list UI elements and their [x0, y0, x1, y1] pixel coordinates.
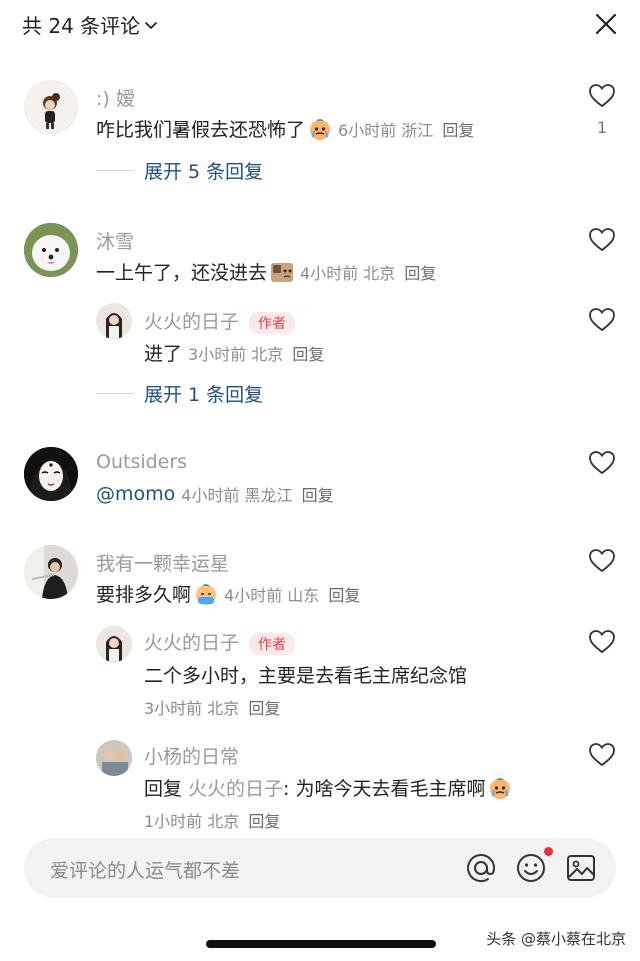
reply-button[interactable]: 回复	[442, 121, 474, 140]
reply-button[interactable]: 回复	[302, 486, 334, 505]
commenter-name-row: 火火的日子 作者	[144, 307, 296, 334]
reply-prefix: 回复	[144, 778, 183, 800]
reply-location: 北京	[207, 699, 240, 718]
avatar-image	[43, 93, 60, 129]
home-indicator[interactable]	[206, 940, 436, 948]
reply-location: 北京	[251, 344, 284, 364]
avatar[interactable]	[24, 545, 78, 599]
commenter-name[interactable]: :) 嫒	[96, 84, 135, 111]
like-count: 1	[596, 118, 608, 137]
heart-icon[interactable]	[588, 449, 616, 477]
commenter-name[interactable]: 我有一颗幸运星	[96, 549, 229, 576]
heart-icon[interactable]	[588, 306, 616, 334]
crying-emoji-icon	[490, 777, 511, 799]
comment-text: 要排多久啊	[96, 584, 192, 606]
smiley-icon[interactable]	[514, 851, 548, 885]
heart-icon[interactable]	[588, 628, 616, 656]
image-icon[interactable]	[564, 851, 598, 885]
comment-text: 咋比我们暑假去还恐怖了	[96, 119, 306, 141]
reply-button[interactable]: 回复	[404, 264, 436, 283]
expand-replies-button[interactable]: 展开 5 条回复	[96, 157, 263, 184]
heart-icon[interactable]	[588, 547, 616, 575]
sighing-emoji-icon	[271, 262, 294, 282]
avatar[interactable]	[96, 626, 132, 662]
commenter-name[interactable]: 沐雪	[96, 227, 134, 254]
expand-replies-button[interactable]: 展开 1 条回复	[96, 380, 263, 407]
sweating-emoji-icon	[196, 583, 217, 605]
reply-text-row: 回复 火火的日子 : 为啥今天去看毛主席啊	[144, 774, 512, 801]
avatar[interactable]	[24, 447, 78, 501]
comment-location: 北京	[363, 263, 396, 283]
avatar-image	[24, 545, 78, 599]
heart-icon[interactable]	[588, 82, 616, 110]
avatar[interactable]	[24, 80, 78, 134]
commenter-name[interactable]: Outsiders	[96, 451, 187, 473]
comment-text-row: 要排多久啊 4小时前 山东 回复	[96, 580, 360, 607]
notification-dot	[544, 847, 553, 856]
commenter-name[interactable]: 火火的日子	[144, 632, 239, 654]
commenter-name[interactable]: 火火的日子	[144, 311, 239, 333]
avatar[interactable]	[96, 303, 132, 339]
avatar-image	[24, 223, 78, 277]
avatar[interactable]	[96, 740, 132, 776]
avatar-image	[96, 740, 132, 776]
divider	[96, 393, 134, 394]
reply-text: : 为啥今天去看毛主席啊	[283, 778, 486, 800]
comment-time: 6小时前	[338, 120, 397, 140]
reply-button[interactable]: 回复	[248, 699, 280, 718]
close-icon[interactable]	[594, 12, 618, 36]
commenter-name[interactable]: 小杨的日常	[144, 742, 239, 769]
reply-location: 北京	[207, 812, 240, 831]
comment-time: 4小时前	[181, 486, 240, 505]
avatar[interactable]	[24, 223, 78, 277]
comment-meta: 6小时前 浙江 回复	[338, 117, 474, 141]
reply-meta: 3小时前 北京 回复	[188, 341, 324, 365]
reply-meta: 3小时前 北京 回复	[144, 695, 280, 719]
crying-emoji-icon	[310, 118, 331, 140]
mention-link[interactable]: @momo	[96, 483, 175, 505]
chevron-down-icon	[145, 21, 158, 29]
comment-location: 浙江	[401, 120, 434, 140]
comment-text: 一上午了，还没进去	[96, 262, 268, 284]
comment-location: 黑龙江	[244, 486, 293, 505]
comment-text-row: @momo 4小时前 黑龙江 回复	[96, 482, 334, 506]
at-icon[interactable]	[464, 851, 498, 885]
commenter-name-row: 火火的日子 作者	[144, 628, 296, 655]
avatar-image	[96, 626, 132, 662]
reply-time: 1小时前	[144, 812, 203, 831]
reply-time: 3小时前	[188, 344, 247, 364]
watermark: 头条 @蔡小蔡在北京	[486, 930, 626, 948]
reply-button[interactable]: 回复	[328, 586, 360, 605]
comment-meta: 4小时前 北京 回复	[300, 260, 436, 284]
comment-count-title: 共 24 条评论	[22, 14, 141, 38]
comment-time: 4小时前	[224, 585, 283, 605]
reply-button[interactable]: 回复	[248, 812, 280, 831]
heart-icon[interactable]	[588, 226, 616, 254]
reply-text: 进了	[144, 343, 183, 365]
reply-meta: 1小时前 北京 回复	[144, 808, 280, 832]
comment-location: 山东	[287, 585, 320, 605]
reply-button[interactable]: 回复	[292, 345, 324, 364]
reply-to-user[interactable]: 火火的日子	[188, 774, 283, 801]
comment-input-bar[interactable]: 爱评论的人运气都不差	[24, 838, 616, 898]
comment-input-placeholder[interactable]: 爱评论的人运气都不差	[50, 856, 240, 883]
author-badge: 作者	[249, 311, 296, 334]
comment-count-dropdown[interactable]: 共 24 条评论	[22, 10, 158, 39]
heart-icon[interactable]	[588, 741, 616, 769]
expand-replies-label: 展开 5 条回复	[144, 161, 264, 183]
comment-meta: 4小时前 黑龙江 回复	[181, 482, 333, 506]
expand-replies-label: 展开 1 条回复	[144, 384, 264, 406]
reply-text: 二个多小时，主要是去看毛主席纪念馆	[144, 665, 468, 687]
divider	[96, 170, 134, 171]
avatar-image	[24, 447, 78, 501]
comment-meta: 4小时前 山东 回复	[224, 582, 360, 606]
reply-text-row: 进了 3小时前 北京 回复	[144, 339, 324, 366]
comment-text-row: 咋比我们暑假去还恐怖了 6小时前 浙江 回复	[96, 115, 474, 142]
avatar-image	[96, 303, 132, 339]
comment-text-row: 一上午了，还没进去 4小时前 北京 回复	[96, 258, 436, 285]
reply-time: 3小时前	[144, 699, 203, 718]
comments-header: 共 24 条评论	[0, 0, 640, 48]
comment-time: 4小时前	[300, 263, 359, 283]
author-badge: 作者	[249, 632, 296, 655]
